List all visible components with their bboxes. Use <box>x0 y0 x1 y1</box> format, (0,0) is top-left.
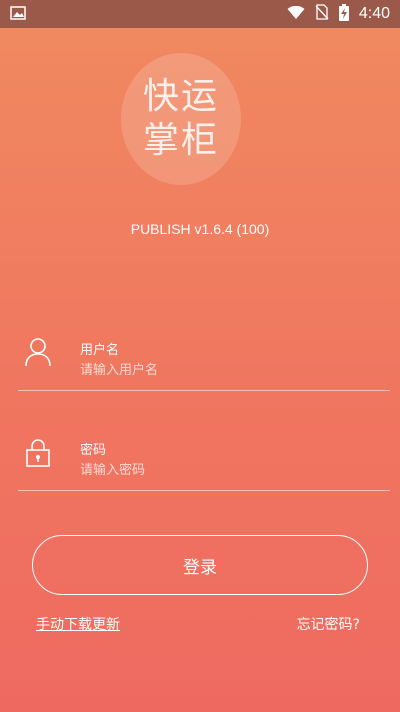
wifi-icon <box>287 5 305 24</box>
username-field[interactable]: 用户名 <box>18 333 390 393</box>
logo-text-line1: 快运 <box>142 76 219 117</box>
image-icon <box>10 5 26 24</box>
manual-update-link[interactable]: 手动下载更新 <box>36 614 120 634</box>
login-button[interactable]: 登录 <box>32 535 368 595</box>
password-label: 密码 <box>80 443 107 458</box>
app-logo: 快运 掌柜 <box>121 53 241 185</box>
battery-charging-icon <box>338 3 349 25</box>
username-underline <box>18 390 390 391</box>
logo-text-line2: 掌柜 <box>142 120 219 161</box>
version-label: PUBLISH v1.6.4 (100) <box>130 221 270 237</box>
lock-icon <box>24 437 52 467</box>
forgot-password-link[interactable]: 忘记密码? <box>297 614 360 634</box>
status-time: 4:40 <box>358 5 390 22</box>
status-bar: 4:40 <box>0 0 400 28</box>
user-icon <box>24 337 52 367</box>
username-label: 用户名 <box>80 343 120 358</box>
password-underline <box>18 490 390 491</box>
password-input[interactable] <box>80 460 380 480</box>
username-input[interactable] <box>80 360 380 380</box>
no-sim-icon <box>315 4 329 24</box>
password-field[interactable]: 密码 <box>18 433 390 493</box>
